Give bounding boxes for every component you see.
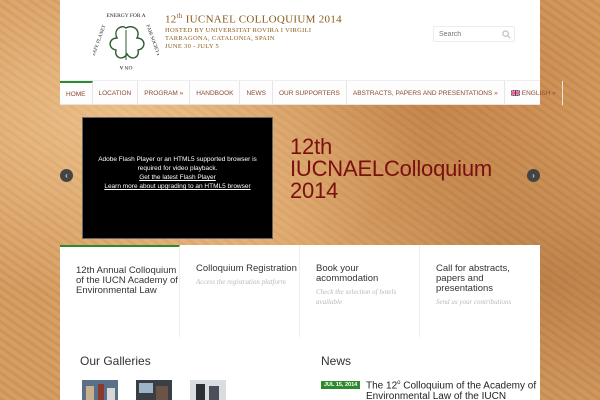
slider-next-button[interactable]: › <box>527 169 540 182</box>
news-headline-pre: The 12 <box>366 380 398 392</box>
nav-item-handbook[interactable]: HANDBOOK <box>190 81 241 105</box>
flash-player-link[interactable]: Get the latest Flash Player <box>83 173 272 182</box>
feature-title: 12th Annual Colloquium of the IUCN Acade… <box>76 265 178 296</box>
feature-box-registration[interactable]: Colloquium Registration Access the regis… <box>180 245 300 337</box>
video-message-2: required for video playback. <box>137 165 218 172</box>
slide-title: 12th IUCNAELColloquium 2014 <box>290 136 540 202</box>
feature-subtitle: Send us your contributions <box>436 298 512 306</box>
nav-item-program[interactable]: PROGRAM » <box>138 81 191 105</box>
gallery-thumbnail[interactable] <box>136 380 172 400</box>
feature-boxes: 12th Annual Colloquium of the IUCN Acade… <box>60 245 540 337</box>
gallery-thumbnail[interactable] <box>190 380 226 400</box>
html5-browser-link[interactable]: Learn more about upgrading to an HTML5 b… <box>83 182 272 191</box>
feature-box-accommodation[interactable]: Book your acommodation Check the selecti… <box>300 245 420 337</box>
slide-title-line-2: IUCNAELColloquium <box>290 156 493 181</box>
gallery-thumbnail[interactable] <box>82 380 118 400</box>
main-nav: HOME LOCATION PROGRAM » HANDBOOK NEWS OU… <box>60 80 563 105</box>
conf-host: HOSTED BY UNIVERSITAT ROVIRA I VIRGILI <box>165 26 312 34</box>
slide-title-line-1: 12th <box>290 134 333 159</box>
bottom-section: Our Galleries News JUL 15, 2014 The 12o … <box>60 337 540 400</box>
slider-prev-button[interactable]: ‹ <box>60 169 73 182</box>
site-header: ENERGY FOR A FAIR SOCIETY ON A SAFE PLAN… <box>60 0 540 80</box>
nav-item-home[interactable]: HOME <box>60 81 93 105</box>
video-message-1: Adobe Flash Player or an HTML5 supported… <box>98 156 257 163</box>
slide-title-line-3: 2014 <box>290 178 339 203</box>
nav-item-abstracts[interactable]: ABSTRACTS, PAPERS AND PRESENTATIONS » <box>347 81 505 105</box>
galleries-title: Our Galleries <box>80 354 151 368</box>
nav-item-news[interactable]: NEWS <box>240 81 273 105</box>
feature-subtitle: Access the registration platform <box>196 278 286 286</box>
news-headline[interactable]: The 12o Colloquium of the Academy of Env… <box>366 378 546 400</box>
conference-title-block: 12th IUCNAEL COLLOQUIUM 2014 HOSTED BY U… <box>165 9 405 51</box>
nav-item-language[interactable]: ENGLISH » <box>505 81 563 105</box>
feature-title: Book your acommodation <box>316 263 379 284</box>
search-icon[interactable] <box>502 30 511 39</box>
news-date-badge: JUL 15, 2014 <box>321 381 361 389</box>
uk-flag-icon <box>510 90 520 96</box>
chevron-left-icon: ‹ <box>65 171 68 180</box>
nav-item-our-supporters[interactable]: OUR SUPPORTERS <box>273 81 347 105</box>
news-title: News <box>321 354 352 368</box>
logo-ring-bottom: ON A <box>119 64 132 70</box>
feature-subtitle: Check the selection of hotels available <box>316 288 397 306</box>
conf-location: TARRAGONA, CATALONIA, SPAIN <box>165 34 275 42</box>
feature-box-colloquium[interactable]: 12th Annual Colloquium of the IUCN Acade… <box>60 245 180 337</box>
chevron-right-icon: › <box>532 171 535 180</box>
conf-dates: JUNE 30 - JULY 5 <box>165 42 220 50</box>
feature-title: Colloquium Registration <box>196 263 297 274</box>
feature-title: Call for abstracts, papers and presentat… <box>436 263 510 294</box>
video-player[interactable]: Adobe Flash Player or an HTML5 supported… <box>82 117 273 239</box>
nav-item-location[interactable]: LOCATION <box>93 81 139 105</box>
conf-title: IUCNAEL COLLOQUIUM 2014 <box>185 13 342 26</box>
logo[interactable]: ENERGY FOR A FAIR SOCIETY ON A SAFE PLAN… <box>93 8 159 74</box>
conf-number-suffix: th <box>176 12 183 20</box>
feature-box-call-for-abstracts[interactable]: Call for abstracts, papers and presentat… <box>420 245 540 337</box>
logo-ring-top: ENERGY FOR A <box>106 13 145 19</box>
conf-number: 12 <box>165 13 177 26</box>
language-label: ENGLISH » <box>521 89 556 97</box>
